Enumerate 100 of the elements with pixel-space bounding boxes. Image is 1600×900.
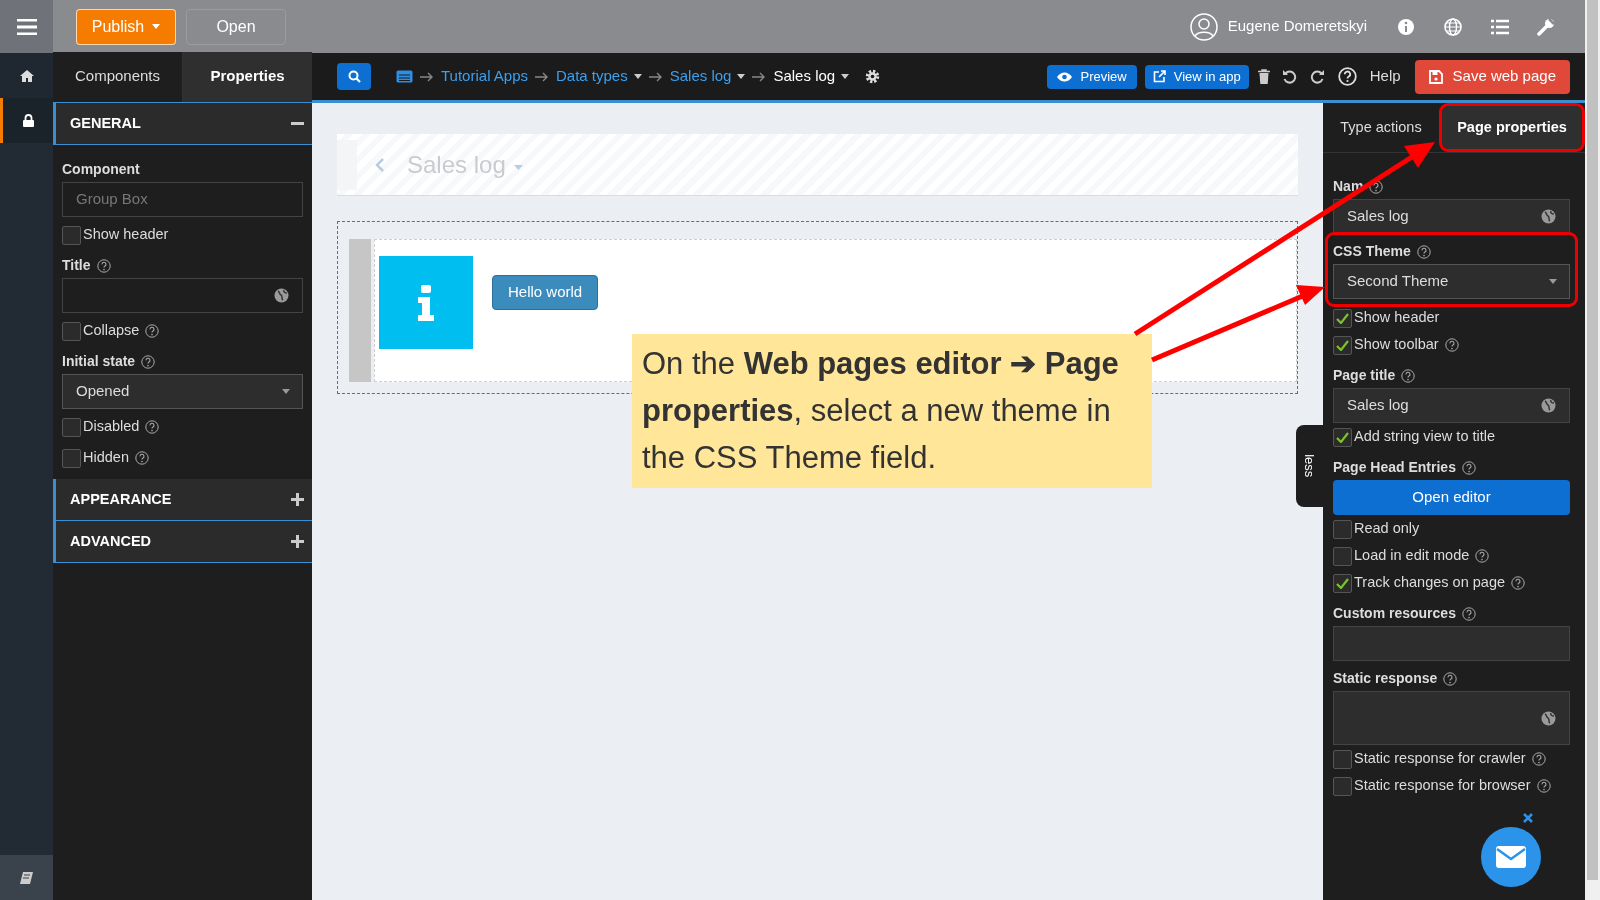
globe-icon[interactable] — [1444, 17, 1462, 36]
checkbox[interactable] — [62, 225, 81, 245]
check-icon — [1336, 577, 1349, 589]
help-icon[interactable] — [145, 420, 160, 434]
breadcrumb-link[interactable]: Data types — [556, 65, 628, 88]
checkbox-label: Load in edit mode — [1354, 546, 1470, 566]
globe-icon[interactable] — [274, 288, 289, 303]
help-icon[interactable] — [141, 354, 156, 369]
plus-icon[interactable] — [291, 493, 304, 506]
view-in-app-button[interactable]: View in app — [1144, 64, 1249, 89]
right-panel-tab[interactable]: Page properties — [1442, 106, 1582, 149]
input-field[interactable]: Sales log — [1333, 388, 1570, 423]
help-icon[interactable] — [1461, 460, 1476, 475]
checkbox[interactable] — [1333, 749, 1352, 769]
checkbox[interactable] — [1333, 308, 1352, 328]
drag-handle[interactable] — [349, 239, 371, 382]
checkbox-label: Read only — [1354, 519, 1420, 539]
help-icon[interactable] — [145, 324, 160, 338]
help-icon[interactable] — [96, 258, 111, 273]
input-field[interactable]: Group Box — [62, 182, 303, 217]
help-icon[interactable] — [134, 451, 149, 465]
breadcrumb-current[interactable]: Sales log — [773, 65, 836, 88]
help-icon[interactable] — [1536, 779, 1551, 793]
scrollbar[interactable] — [1585, 0, 1600, 900]
arrow-right-icon — [648, 71, 663, 82]
close-icon[interactable] — [1523, 813, 1533, 823]
section-header[interactable]: ADVANCED — [53, 521, 312, 563]
help-icon[interactable] — [1531, 752, 1546, 766]
checkbox[interactable] — [1333, 335, 1352, 355]
checkbox[interactable] — [62, 321, 81, 341]
breadcrumb-link[interactable]: Tutorial Apps — [441, 65, 528, 88]
checkbox[interactable] — [1333, 546, 1352, 566]
less-tab[interactable]: less — [1296, 425, 1323, 507]
checkbox[interactable] — [1333, 519, 1352, 539]
rail-button[interactable] — [0, 98, 53, 143]
select-field[interactable]: Second Theme — [1333, 264, 1570, 299]
section-header[interactable]: GENERAL — [53, 103, 312, 145]
settings-icon[interactable] — [865, 69, 881, 84]
field-value: Opened — [76, 381, 131, 402]
field-placeholder: Group Box — [76, 189, 149, 210]
select-field[interactable]: Opened — [62, 374, 303, 409]
list-icon[interactable] — [1491, 18, 1509, 35]
menu-icon — [16, 18, 37, 35]
info-icon — [417, 284, 435, 321]
field-label: Static response — [1333, 669, 1438, 688]
checkbox[interactable] — [62, 448, 81, 468]
window-icon — [396, 70, 413, 83]
book-button[interactable] — [0, 855, 53, 900]
undo-icon[interactable] — [1281, 69, 1297, 84]
field-label: CSS Theme — [1333, 242, 1411, 261]
hello-world-button[interactable]: Hello world — [492, 275, 599, 310]
check-icon — [1336, 431, 1349, 443]
help-link[interactable]: Help — [1369, 65, 1401, 88]
search-icon — [347, 70, 361, 83]
checkbox-label: Show header — [1354, 308, 1440, 328]
breadcrumb-link[interactable]: Sales log — [669, 65, 732, 88]
input-field[interactable] — [62, 278, 303, 313]
input-field[interactable] — [1333, 626, 1570, 661]
checkbox[interactable] — [1333, 776, 1352, 796]
checkbox[interactable] — [62, 417, 81, 437]
field-value: Sales log — [1347, 395, 1410, 416]
section-header[interactable]: APPEARANCE — [53, 479, 312, 521]
checkbox-label: Collapse — [83, 321, 140, 341]
open-editor-button[interactable]: Open editor — [1333, 480, 1570, 515]
section-title: APPEARANCE — [70, 489, 173, 509]
right-panel-tab[interactable]: Type actions — [1323, 103, 1439, 152]
globe-icon[interactable] — [1541, 710, 1556, 726]
checkbox-label: Show toolbar — [1354, 335, 1439, 355]
trash-icon[interactable] — [1257, 69, 1270, 84]
search-button[interactable] — [337, 63, 371, 90]
help-icon[interactable] — [1461, 606, 1476, 621]
checkbox[interactable] — [1333, 573, 1352, 593]
globe-icon[interactable] — [1541, 398, 1556, 413]
info-icon[interactable] — [1397, 17, 1415, 36]
checkbox[interactable] — [1333, 427, 1352, 447]
checkbox-label: Hidden — [83, 448, 129, 468]
help-icon[interactable] — [1444, 338, 1459, 352]
redo-icon[interactable] — [1309, 69, 1325, 84]
arrow-right-icon — [420, 71, 434, 82]
home-icon — [19, 69, 34, 82]
menu-button[interactable] — [0, 0, 53, 53]
field-label: Custom resources — [1333, 604, 1456, 623]
arrow-right-icon — [752, 71, 767, 82]
input-field[interactable]: Sales log — [1333, 199, 1570, 234]
external-link-icon — [1152, 70, 1166, 83]
help-icon[interactable] — [1416, 244, 1431, 259]
editor-tab[interactable]: Properties — [183, 51, 312, 102]
editor-tab[interactable]: Components — [53, 51, 183, 102]
field-label: Component — [62, 160, 140, 179]
help-icon[interactable] — [1443, 671, 1458, 686]
help-icon[interactable] — [1475, 549, 1490, 563]
help-icon[interactable] — [1511, 576, 1525, 590]
field-label: Page Head Entries — [1333, 458, 1456, 477]
globe-icon[interactable] — [1541, 209, 1556, 224]
floppy-icon — [1428, 69, 1443, 84]
save-web-page-button[interactable]: Save web page — [1414, 59, 1570, 94]
plus-icon[interactable] — [291, 535, 304, 548]
help-icon[interactable] — [1401, 368, 1416, 383]
check-icon — [1336, 339, 1349, 351]
preview-button[interactable]: Preview — [1047, 64, 1137, 89]
